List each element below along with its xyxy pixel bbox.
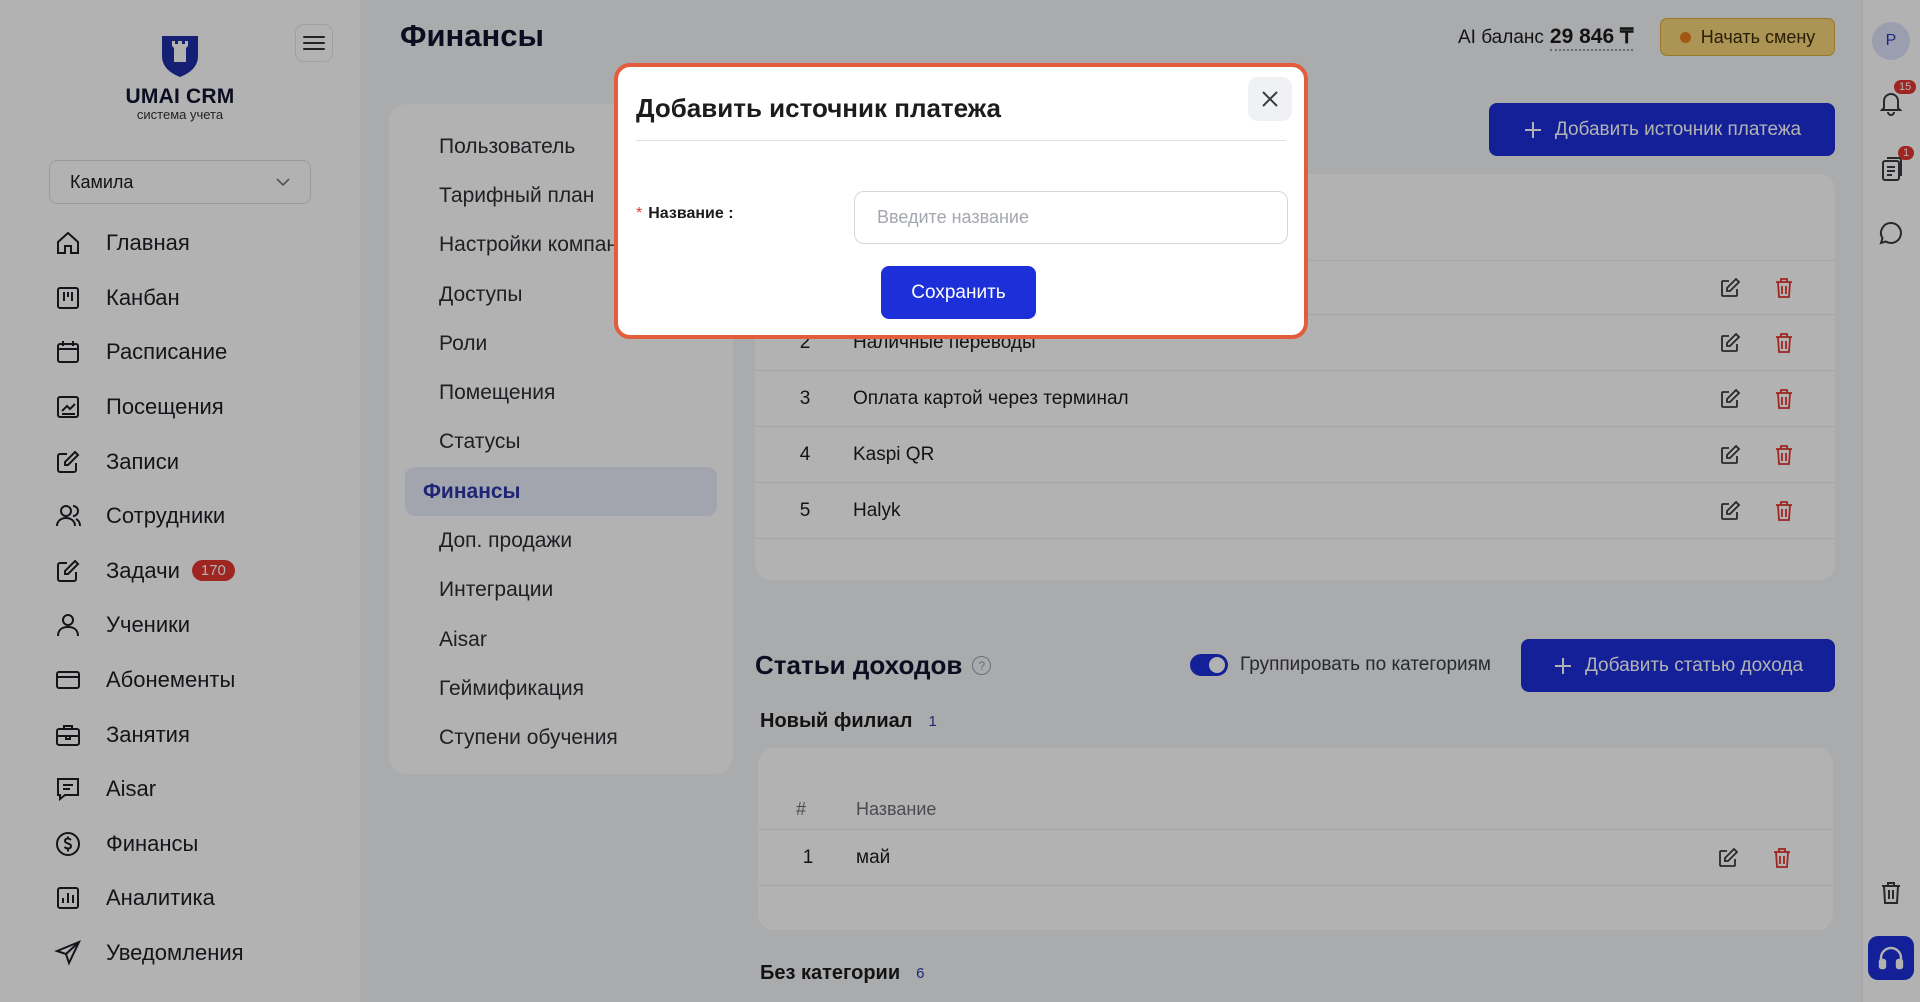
add-payment-source-modal: Добавить источник платежа * Название : Со… [614,63,1308,339]
save-button[interactable]: Сохранить [881,266,1036,319]
modal-divider [636,140,1286,141]
modal-title: Добавить источник платежа [636,93,1001,123]
required-mark: * [636,205,643,222]
name-field-label: * Название : [636,205,734,223]
close-icon [1262,91,1278,107]
modal-close-button[interactable] [1248,77,1292,121]
name-field-label-text: Название : [648,205,734,222]
name-input[interactable] [854,191,1288,244]
